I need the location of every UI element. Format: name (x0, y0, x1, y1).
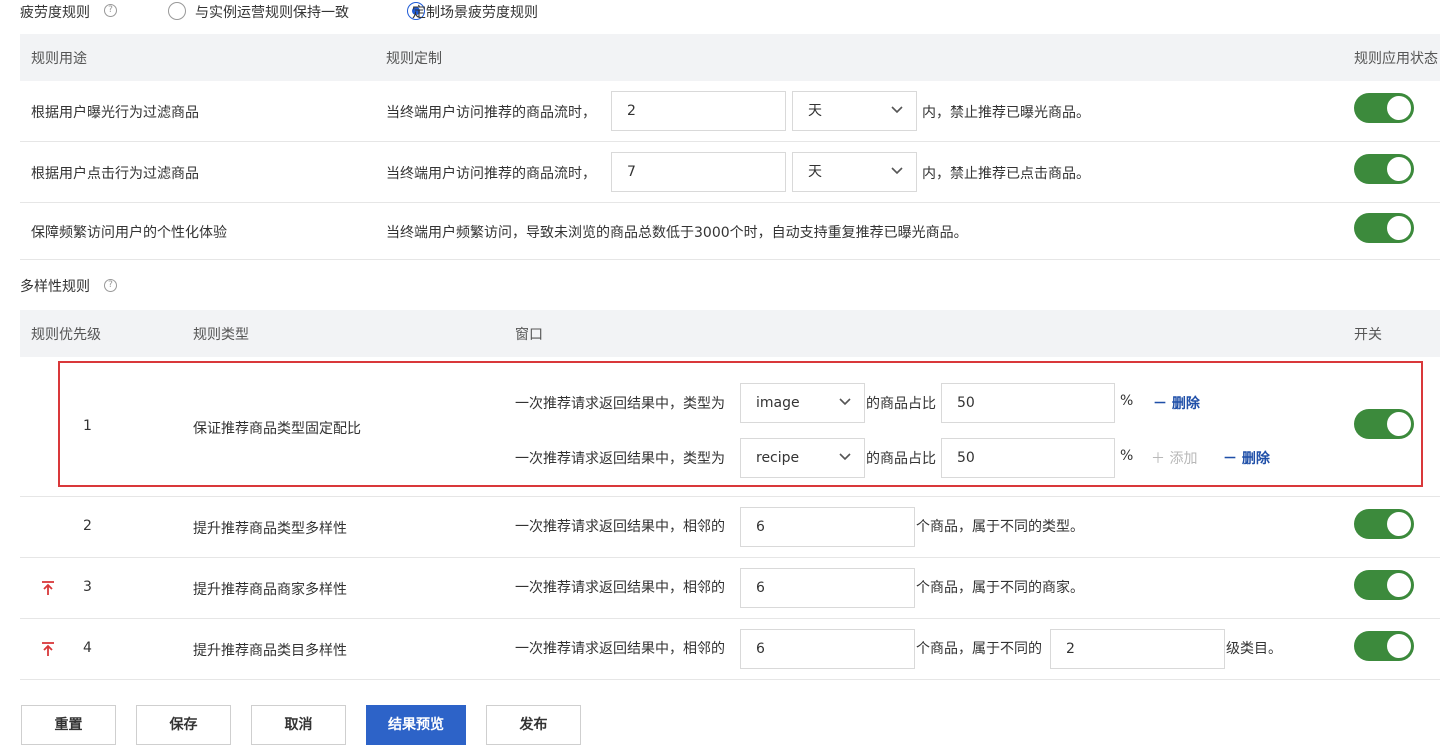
fatigue-row1-prefix: 当终端用户访问推荐的商品流时， (386, 105, 596, 121)
diversity-title: 多样性规则 (20, 279, 90, 295)
chevron-down-icon (891, 106, 903, 114)
row1-line2-prefix: 一次推荐请求返回结果中，类型为 (515, 451, 725, 467)
fatigue-table-header (20, 34, 1440, 81)
divider (20, 557, 1440, 558)
adjacent-merchant-input[interactable]: 6 (740, 568, 915, 608)
row4-prefix: 一次推荐请求返回结果中，相邻的 (515, 641, 725, 657)
divider (20, 618, 1440, 619)
row1-priority: 1 (83, 418, 92, 434)
col-switch: 开关 (1354, 327, 1382, 343)
col-status: 规则应用状态 (1354, 51, 1438, 67)
divider (20, 259, 1440, 260)
delete-button-1[interactable]: － 删除 (1153, 393, 1200, 413)
radio-consistent[interactable] (168, 2, 186, 20)
percent-sign: % (1120, 393, 1134, 409)
help-icon[interactable]: ? (104, 4, 117, 17)
cancel-button[interactable]: 取消 (251, 705, 346, 745)
fatigue-row3-purpose: 保障频繁访问用户的个性化体验 (31, 225, 227, 241)
move-up-icon[interactable] (40, 580, 56, 596)
type-ratio-toggle[interactable] (1354, 409, 1414, 439)
divider (20, 679, 1440, 680)
fatigue-row2-prefix: 当终端用户访问推荐的商品流时， (386, 166, 596, 182)
delete-button-2[interactable]: － 删除 (1223, 448, 1270, 468)
row4-type: 提升推荐商品类目多样性 (193, 643, 347, 659)
adjacent-type-input[interactable]: 6 (740, 507, 915, 547)
col-priority: 规则优先级 (31, 327, 101, 343)
col-purpose: 规则用途 (31, 51, 87, 67)
fatigue-row2-suffix: 内，禁止推荐已点击商品。 (922, 166, 1090, 182)
help-icon[interactable]: ? (104, 279, 117, 292)
row1-type: 保证推荐商品类型固定配比 (193, 421, 361, 437)
exposure-days-input[interactable]: 2 (611, 91, 786, 131)
type-select-1-value: image (756, 395, 800, 411)
click-toggle[interactable] (1354, 154, 1414, 184)
click-unit-select[interactable]: 天 (792, 152, 917, 192)
row1-line1-mid: 的商品占比 (866, 396, 936, 412)
add-button[interactable]: ＋ 添加 (1151, 448, 1197, 468)
exposure-unit-value: 天 (808, 103, 822, 119)
col-type: 规则类型 (193, 327, 249, 343)
click-days-input[interactable]: 7 (611, 152, 786, 192)
row1-line1-prefix: 一次推荐请求返回结果中，类型为 (515, 396, 725, 412)
minus-icon: － (1223, 451, 1242, 467)
divider (20, 496, 1440, 497)
fatigue-row2-purpose: 根据用户点击行为过滤商品 (31, 166, 199, 182)
row2-type: 提升推荐商品类型多样性 (193, 521, 347, 537)
publish-button[interactable]: 发布 (486, 705, 581, 745)
ratio-input-2[interactable]: 50 (941, 438, 1115, 478)
adjacent-category-input[interactable]: 6 (740, 629, 915, 669)
row3-priority: 3 (83, 579, 92, 595)
fatigue-row1-suffix: 内，禁止推荐已曝光商品。 (922, 105, 1090, 121)
reset-button[interactable]: 重置 (21, 705, 116, 745)
row4-mid: 个商品，属于不同的 (916, 641, 1042, 657)
fatigue-row1-purpose: 根据用户曝光行为过滤商品 (31, 105, 199, 121)
radio-custom-label[interactable]: 定制场景疲劳度规则 (412, 2, 538, 22)
type-select-1[interactable]: image (740, 383, 865, 423)
row2-suffix: 个商品，属于不同的类型。 (916, 519, 1084, 535)
percent-sign: % (1120, 448, 1134, 464)
merchant-diversity-toggle[interactable] (1354, 570, 1414, 600)
row4-priority: 4 (83, 640, 92, 656)
radio-consistent-label[interactable]: 与实例运营规则保持一致 (195, 2, 349, 22)
row3-type: 提升推荐商品商家多样性 (193, 582, 347, 598)
row3-suffix: 个商品，属于不同的商家。 (916, 580, 1084, 596)
col-custom: 规则定制 (386, 51, 442, 67)
row2-priority: 2 (83, 518, 92, 534)
divider (20, 202, 1440, 203)
row1-line2-mid: 的商品占比 (866, 451, 936, 467)
preview-button[interactable]: 结果预览 (366, 705, 466, 745)
chevron-down-icon (839, 398, 851, 406)
row2-prefix: 一次推荐请求返回结果中，相邻的 (515, 519, 725, 535)
type-diversity-toggle[interactable] (1354, 509, 1414, 539)
minus-icon: － (1153, 396, 1172, 412)
chevron-down-icon (891, 167, 903, 175)
ratio-input-1[interactable]: 50 (941, 383, 1115, 423)
col-window: 窗口 (515, 327, 543, 343)
category-level-input[interactable]: 2 (1050, 629, 1225, 669)
plus-icon: ＋ (1151, 451, 1170, 467)
row3-prefix: 一次推荐请求返回结果中，相邻的 (515, 580, 725, 596)
exposure-toggle[interactable] (1354, 93, 1414, 123)
type-select-2[interactable]: recipe (740, 438, 865, 478)
type-select-2-value: recipe (756, 450, 800, 466)
row4-suffix: 级类目。 (1226, 641, 1282, 657)
divider (20, 141, 1440, 142)
fatigue-row3-text: 当终端用户频繁访问，导致未浏览的商品总数低于3000个时，自动支持重复推荐已曝光… (386, 225, 968, 241)
chevron-down-icon (839, 453, 851, 461)
category-diversity-toggle[interactable] (1354, 631, 1414, 661)
fatigue-title: 疲劳度规则 (20, 5, 90, 21)
frequent-visit-toggle[interactable] (1354, 213, 1414, 243)
click-unit-value: 天 (808, 164, 822, 180)
exposure-unit-select[interactable]: 天 (792, 91, 917, 131)
move-up-icon[interactable] (40, 641, 56, 657)
save-button[interactable]: 保存 (136, 705, 231, 745)
